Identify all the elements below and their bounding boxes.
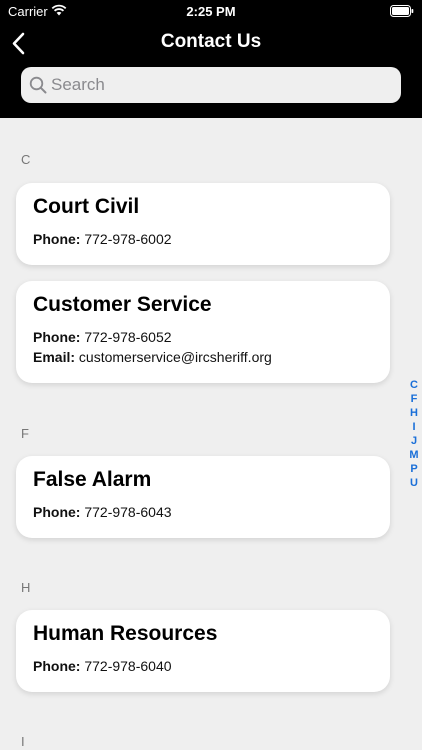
index-letter-i[interactable]: I	[412, 420, 415, 434]
search-bar[interactable]	[21, 67, 401, 103]
contact-card-customer-service[interactable]: Customer Service Phone: 772-978-6052 Ema…	[16, 281, 390, 383]
section-index-bar[interactable]: C F H I J M P U	[407, 378, 421, 490]
email-label: Email:	[33, 349, 76, 365]
phone-label: Phone:	[33, 658, 81, 674]
index-letter-u[interactable]: U	[410, 476, 418, 490]
phone-number[interactable]: 772-978-6052	[84, 329, 171, 345]
phone-label: Phone:	[33, 329, 81, 345]
search-icon	[29, 76, 47, 94]
contact-card-false-alarm[interactable]: False Alarm Phone: 772-978-6043	[16, 456, 390, 538]
contact-name: Customer Service	[33, 293, 212, 316]
phone-number[interactable]: 772-978-6002	[84, 231, 171, 247]
section-header-c: C	[21, 152, 31, 167]
contact-phone-row: Phone: 772-978-6043	[33, 502, 373, 522]
contact-card-court-civil[interactable]: Court Civil Phone: 772-978-6002	[16, 183, 390, 265]
contact-phone-row: Phone: 772-978-6052	[33, 327, 373, 347]
section-header-i: I	[21, 734, 25, 749]
phone-number[interactable]: 772-978-6040	[84, 658, 171, 674]
contact-name: False Alarm	[33, 468, 152, 491]
email-address[interactable]: customerservice@ircsheriff.org	[79, 349, 272, 365]
section-header-f: F	[21, 426, 29, 441]
status-time: 2:25 PM	[186, 4, 236, 19]
index-letter-h[interactable]: H	[410, 406, 418, 420]
contact-list[interactable]: C Court Civil Phone: 772-978-6002 Custom…	[0, 118, 422, 750]
contact-phone-row: Phone: 772-978-6002	[33, 229, 373, 249]
section-header-h: H	[21, 580, 31, 595]
phone-number[interactable]: 772-978-6043	[84, 504, 171, 520]
contact-name: Human Resources	[33, 622, 218, 645]
index-letter-c[interactable]: C	[410, 378, 418, 392]
page-title: Contact Us	[160, 31, 262, 52]
index-letter-j[interactable]: J	[411, 434, 417, 448]
search-input[interactable]	[51, 67, 391, 103]
contact-card-human-resources[interactable]: Human Resources Phone: 772-978-6040	[16, 610, 390, 692]
nav-bar: Contact Us	[0, 22, 422, 66]
status-bar: Carrier 2:25 PM	[0, 0, 422, 22]
battery-icon	[390, 5, 414, 17]
phone-label: Phone:	[33, 504, 81, 520]
contact-phone-row: Phone: 772-978-6040	[33, 656, 373, 676]
contact-name: Court Civil	[33, 195, 140, 218]
contact-email-row: Email: customerservice@ircsheriff.org	[33, 347, 373, 367]
index-letter-p[interactable]: P	[410, 462, 417, 476]
index-letter-m[interactable]: M	[409, 448, 418, 462]
index-letter-f[interactable]: F	[411, 392, 418, 406]
phone-label: Phone:	[33, 231, 81, 247]
header: Carrier 2:25 PM Contact Us	[0, 0, 422, 118]
